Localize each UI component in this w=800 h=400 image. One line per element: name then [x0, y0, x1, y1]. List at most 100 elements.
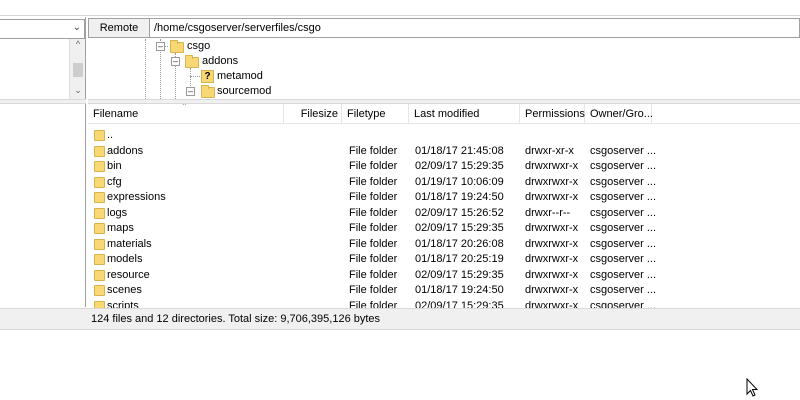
tree-node-label: metamod: [217, 70, 263, 82]
table-row[interactable]: maps File folder 02/09/17 15:29:35 drwxrwxr…: [88, 221, 800, 237]
scroll-up-icon[interactable]: ^: [70, 39, 86, 49]
cell-permissions: drwxrwxr-x: [525, 268, 579, 281]
cell-filetype: File folder: [349, 175, 398, 188]
table-row[interactable]: scripts File folder 02/09/17 15:29:35 drwxr…: [88, 299, 800, 309]
collapse-icon[interactable]: –: [171, 57, 180, 66]
cell-filename: cfg: [107, 175, 122, 188]
mouse-cursor-icon: [746, 378, 759, 397]
folder-icon: [185, 55, 199, 68]
status-summary: 124 files and 12 directories. Total size…: [91, 313, 381, 325]
cell-permissions: drwxrwxr-x: [525, 160, 579, 172]
local-tree-scrollbar[interactable]: ^ ⌄: [69, 39, 85, 99]
column-header-permissions[interactable]: Permissions: [520, 104, 585, 124]
remote-site-label: Remote site:: [88, 18, 150, 52]
cell-filetype: File folder: [349, 237, 398, 250]
cell-filetype: File folder: [349, 144, 398, 157]
folder-icon: [94, 145, 105, 157]
cell-last-modified: 01/18/17 21:45:08: [415, 144, 504, 157]
folder-icon: [170, 40, 184, 53]
unknown-folder-icon: ?: [201, 70, 214, 83]
cell-owner-group: csgoserver ...: [590, 191, 657, 203]
collapse-icon[interactable]: –: [186, 87, 195, 96]
column-header-label: Filename: [93, 108, 139, 120]
cell-filename: ..: [107, 129, 114, 141]
sort-ascending-icon: ⌃: [181, 104, 188, 111]
cell-owner-group: csgoserver ...: [590, 237, 657, 250]
collapse-icon[interactable]: –: [156, 42, 165, 51]
folder-icon: [94, 130, 105, 141]
table-row[interactable]: scenes File folder 01/18/17 19:24:50 drwxrw…: [88, 283, 800, 299]
column-header-owner-group[interactable]: Owner/Gro...: [585, 104, 653, 124]
cell-owner-group: csgoserver ...: [590, 299, 657, 309]
local-site-combo[interactable]: ⌄: [0, 19, 85, 39]
cell-filename: addons: [107, 144, 144, 157]
cell-owner-group: csgoserver ...: [590, 284, 657, 296]
cell-last-modified: 02/09/17 15:26:52: [415, 206, 504, 219]
cell-owner-group: csgoserver ...: [590, 206, 657, 219]
chevron-down-icon[interactable]: ⌄: [73, 22, 81, 33]
folder-icon: [94, 161, 105, 172]
cell-filename: materials: [107, 237, 152, 250]
table-row[interactable]: expressions File folder 01/18/17 19:24:50 d…: [88, 190, 800, 206]
table-row[interactable]: cfg File folder 01/19/17 10:06:09 drwxrwxr-…: [88, 175, 800, 191]
cell-last-modified: 02/09/17 15:29:35: [415, 222, 504, 234]
column-header-filesize[interactable]: Filesize: [284, 104, 342, 124]
tree-node-label: sourcemod: [217, 85, 272, 97]
cell-filetype: File folder: [349, 284, 398, 296]
folder-icon: [201, 85, 215, 98]
top-toolbar-strip: [0, 0, 800, 16]
cell-owner-group: csgoserver ...: [590, 253, 657, 265]
cell-last-modified: [415, 128, 520, 143]
local-file-list[interactable]: [0, 104, 85, 304]
remote-directory-tree[interactable]: – csgo – addons ? metamod – sourcemod: [88, 39, 800, 99]
cell-last-modified: 01/18/17 20:26:08: [415, 237, 504, 250]
remote-site-bar: Remote site: /home/csgoserver/serverfile…: [88, 17, 800, 52]
folder-icon: [94, 254, 105, 265]
local-pane: ⌄ ^ ⌄: [0, 17, 86, 307]
cell-filename: scripts: [107, 299, 139, 309]
cell-filename: models: [107, 253, 143, 265]
tree-node-addons[interactable]: – addons: [88, 54, 308, 69]
cell-filetype: File folder: [349, 160, 398, 172]
column-header-last-modified[interactable]: Last modified: [409, 104, 520, 124]
table-row[interactable]: materials File folder 01/18/17 20:26:08 drw…: [88, 237, 800, 253]
transfer-queue-area[interactable]: [0, 330, 800, 400]
cell-last-modified: 01/19/17 10:06:09: [415, 175, 504, 188]
cell-last-modified: 02/09/17 15:29:35: [415, 160, 504, 172]
cell-permissions: drwxrwxr-x: [525, 299, 579, 309]
folder-icon: [94, 238, 105, 250]
scrollbar-thumb[interactable]: [73, 63, 83, 77]
cell-last-modified: 02/09/17 15:29:35: [415, 299, 504, 309]
table-row[interactable]: resource File folder 02/09/17 15:29:35 drwx…: [88, 268, 800, 284]
cell-permissions: drwxr-xr-x: [525, 144, 574, 157]
table-row[interactable]: ..: [88, 128, 800, 144]
table-row[interactable]: logs File folder 02/09/17 15:26:52 drwxr--r…: [88, 206, 800, 222]
folder-icon: [94, 176, 105, 188]
cell-permissions: drwxrwxr-x: [525, 191, 579, 203]
cell-owner-group: csgoserver ...: [590, 222, 657, 234]
table-row[interactable]: addons File folder 01/18/17 21:45:08 drwxr-…: [88, 144, 800, 160]
cell-last-modified: 02/09/17 15:29:35: [415, 268, 504, 281]
scroll-down-icon[interactable]: ⌄: [70, 85, 86, 96]
remote-file-list[interactable]: Filename ⌃ Filesize Filetype Last modifi…: [88, 104, 800, 308]
cell-filetype: File folder: [349, 191, 398, 203]
cell-filename: maps: [107, 222, 134, 234]
table-row[interactable]: models File folder 01/18/17 20:25:19 drwxrw…: [88, 252, 800, 268]
cell-permissions: [525, 128, 585, 143]
column-header-filename[interactable]: Filename ⌃: [88, 104, 284, 124]
column-header-label: Owner/Gro...: [590, 108, 653, 120]
cell-owner-group: [590, 128, 660, 143]
cell-filename: expressions: [107, 191, 166, 203]
table-row[interactable]: bin File folder 02/09/17 15:29:35 drwxrwxr-…: [88, 159, 800, 175]
folder-icon: [94, 192, 105, 203]
column-header-filetype[interactable]: Filetype: [342, 104, 409, 124]
folder-icon: [94, 207, 105, 219]
cell-filetype: [349, 128, 409, 143]
status-bar: 124 files and 12 directories. Total size…: [0, 308, 800, 330]
remote-site-path-input[interactable]: /home/csgoserver/serverfiles/csgo: [150, 18, 800, 38]
cell-filetype: File folder: [349, 299, 398, 309]
cell-permissions: drwxrwxr-x: [525, 175, 579, 188]
tree-node-sourcemod[interactable]: – sourcemod: [88, 84, 328, 99]
tree-node-csgo[interactable]: – csgo: [88, 39, 288, 54]
tree-node-metamod[interactable]: ? metamod: [88, 69, 328, 84]
